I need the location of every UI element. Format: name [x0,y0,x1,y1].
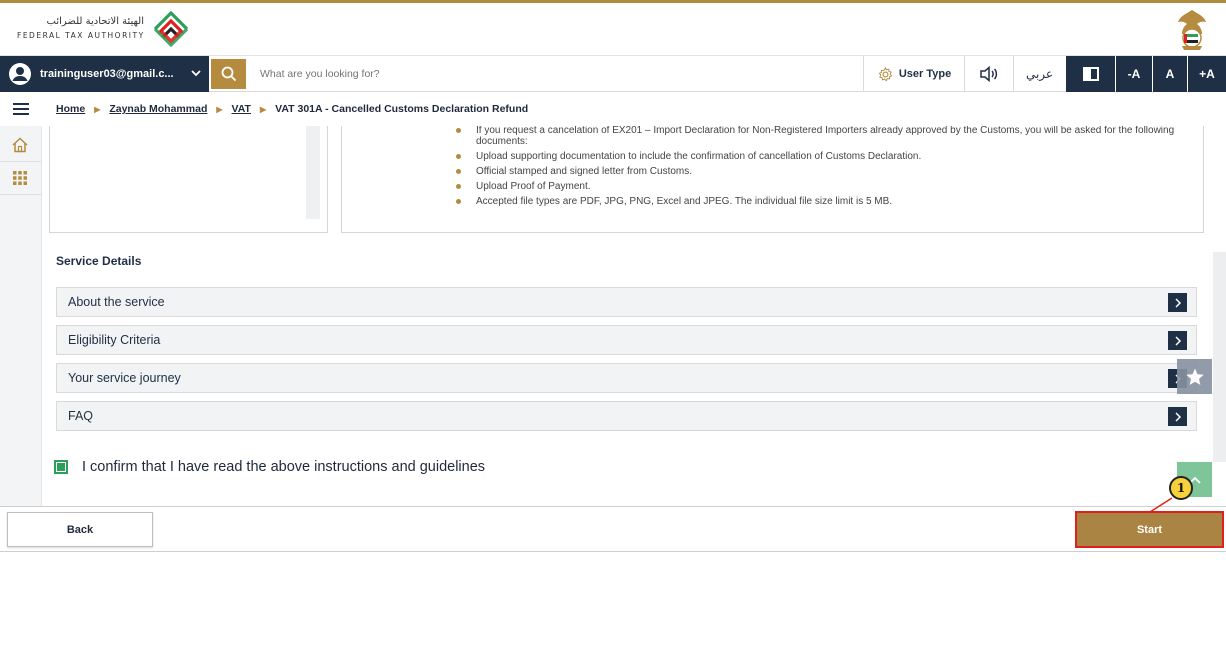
accordion-faq[interactable]: FAQ [56,401,1197,431]
instructions-side-card [49,126,328,233]
user-type-label: User Type [898,68,952,80]
start-button[interactable]: Start [1075,511,1224,548]
list-item: Official stamped and signed letter from … [454,166,1194,177]
list-item: If you request a cancelation of EX201 – … [454,126,1194,147]
breadcrumb-arrow-icon: ▶ [216,104,223,114]
user-email: traininguser03@gmail.c... [40,68,174,80]
rail-divider [0,161,42,162]
service-details-title: Service Details [56,254,142,268]
chevron-right-icon[interactable] [1168,331,1187,350]
logo-arabic-text: الهيئة الاتحادية للضرائب [46,16,145,27]
apps-grid-icon[interactable] [11,169,29,187]
list-item: Accepted file types are PDF, JPG, PNG, E… [454,196,1194,207]
user-avatar-icon [9,63,31,85]
logo-english-text: FEDERAL TAX AUTHORITY [17,31,145,40]
accordion-service-journey[interactable]: Your service journey [56,363,1197,393]
font-decrease-button[interactable]: -A [1116,56,1152,92]
accordion-label: Eligibility Criteria [68,333,161,347]
menu-toggle-button[interactable] [0,92,42,126]
accordion-label: FAQ [68,409,94,423]
annotation-marker: 1 [1169,476,1193,500]
confirm-checkbox[interactable] [54,460,68,474]
left-rail [0,126,42,506]
main-content: If you request a cancelation of EX201 – … [42,126,1226,506]
site-header: الهيئة الاتحادية للضرائب FEDERAL TAX AUT… [0,3,1226,55]
breadcrumb-home[interactable]: Home [56,103,85,115]
user-type-button[interactable]: User Type [865,56,964,92]
list-item: Upload supporting documentation to inclu… [454,151,1194,162]
action-footer: Back Start [0,506,1226,552]
confirm-label: I confirm that I have read the above ins… [82,459,486,475]
uae-emblem-icon [1178,10,1206,50]
contrast-toggle[interactable] [1066,56,1115,92]
page-scrollbar[interactable] [1213,252,1226,462]
breadcrumb-bar: Home ▶ Zaynab Mohammad ▶ VAT ▶ VAT 301A … [0,92,1226,126]
language-toggle[interactable]: عربي [1014,56,1065,92]
chevron-down-icon [191,70,201,77]
home-icon[interactable] [11,136,29,154]
star-icon [1185,368,1204,385]
hamburger-icon [13,103,29,115]
breadcrumb-current: VAT 301A - Cancelled Customs Declaration… [275,103,529,115]
search-input[interactable] [252,59,852,89]
confirmation-row: I confirm that I have read the above ins… [54,459,485,475]
gear-icon [878,66,893,81]
font-normal-button[interactable]: A [1153,56,1187,92]
back-button[interactable]: Back [7,512,153,547]
speaker-icon [980,66,998,82]
contrast-icon [1082,67,1099,81]
chevron-right-icon[interactable] [1168,407,1187,426]
audio-button[interactable] [965,56,1013,92]
accordion-eligibility[interactable]: Eligibility Criteria [56,325,1197,355]
app-root: الهيئة الاتحادية للضرائب FEDERAL TAX AUT… [0,0,1226,648]
favorite-button[interactable] [1177,359,1212,394]
card-scrollbar[interactable] [306,126,320,219]
accordion-about-service[interactable]: About the service [56,287,1197,317]
user-menu[interactable]: traininguser03@gmail.c... [0,56,209,92]
checkbox-checked-mark [57,463,65,471]
rail-divider [0,194,42,195]
required-documents-card: If you request a cancelation of EX201 – … [341,126,1204,233]
breadcrumb-vat[interactable]: VAT [232,103,251,115]
search-icon [221,66,236,82]
list-item: Upload Proof of Payment. [454,181,1194,192]
breadcrumb: Home ▶ Zaynab Mohammad ▶ VAT ▶ VAT 301A … [56,92,528,126]
breadcrumb-arrow-icon: ▶ [259,104,267,114]
accordion-label: About the service [68,295,165,309]
chevron-right-icon[interactable] [1168,293,1187,312]
documents-list: If you request a cancelation of EX201 – … [454,126,1194,211]
toolbar-divider [863,56,864,92]
top-toolbar: traininguser03@gmail.c... User Type [0,55,1226,92]
search-button[interactable] [211,59,246,89]
breadcrumb-arrow-icon: ▶ [94,104,101,114]
accordion-label: Your service journey [68,371,181,385]
fta-logo-icon[interactable] [149,7,193,51]
font-increase-button[interactable]: +A [1188,56,1226,92]
breadcrumb-user[interactable]: Zaynab Mohammad [109,103,207,115]
